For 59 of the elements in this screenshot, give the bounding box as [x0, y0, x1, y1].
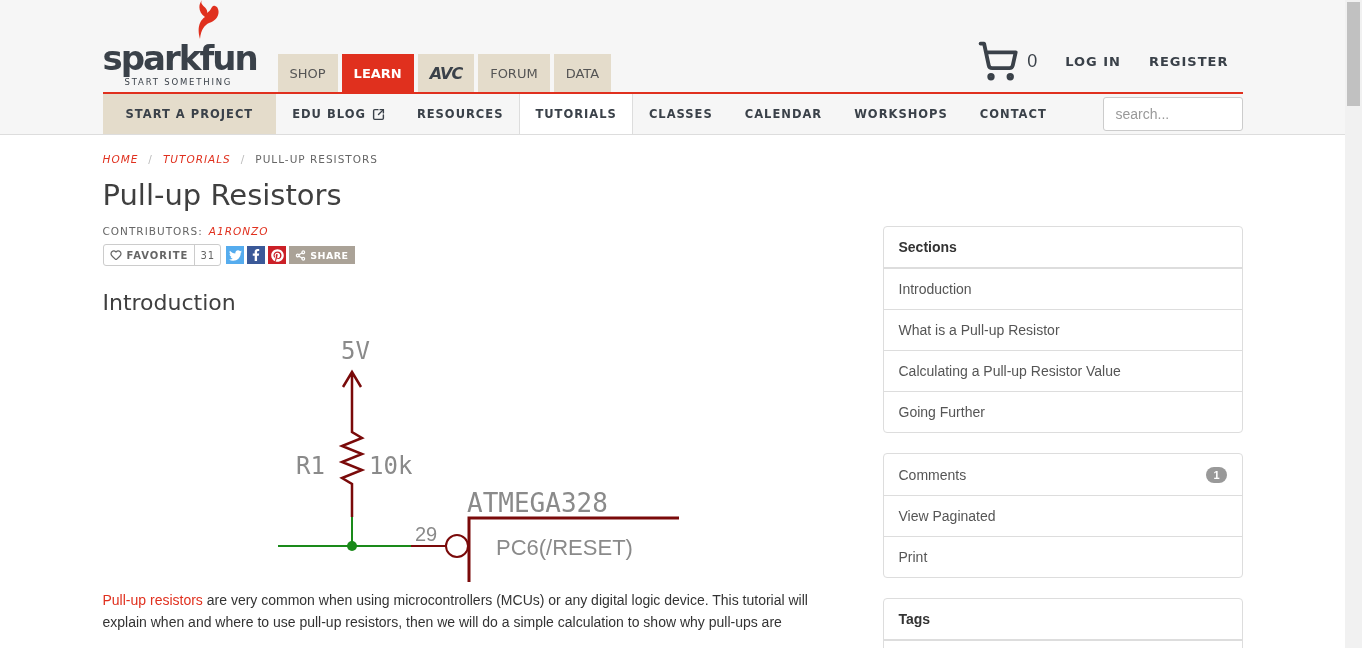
intro-paragraph: Pull-up resistors are very common when using microcontrollers (MCUs) or any digital logic device. This tutorial will explain when and where to use pull-up resistors, then we will do a simple calculation to show why pull-ups are — [102, 591, 809, 632]
subnav-item[interactable]: START A PROJECT — [102, 94, 277, 134]
breadcrumb-link[interactable]: HOME — [102, 153, 139, 165]
facebook-button[interactable] — [247, 246, 266, 264]
page-title: Pull-up Resistors — [102, 177, 342, 214]
section-link[interactable]: Introduction — [883, 268, 1242, 309]
action-link[interactable]: Comments 1 — [883, 454, 1242, 495]
share-icon — [295, 249, 307, 261]
favorite-count: 31 — [194, 245, 221, 265]
subnav-item[interactable]: EDU BLOG — [276, 94, 401, 134]
action-link[interactable]: View Paginated — [883, 495, 1242, 536]
breadcrumb-separator: / — [148, 153, 153, 165]
nav-tab[interactable]: AVC — [417, 54, 475, 92]
scrollbar-thumb[interactable] — [1347, 2, 1360, 106]
resistor-value: 10k — [368, 452, 412, 480]
pin-name: PC6(/RESET) — [495, 535, 633, 560]
intro-link[interactable]: Pull-up resistors — [102, 592, 203, 608]
letter-p-icon — [270, 248, 284, 262]
cart-count: 0 — [1027, 50, 1038, 72]
logo-tagline: START SOMETHING — [124, 77, 233, 88]
section-heading: Introduction — [102, 289, 236, 317]
chip-label: ATMEGA328 — [466, 488, 608, 518]
section-link[interactable]: What is a Pull-up Resistor — [883, 309, 1242, 350]
card-title: Tags — [883, 599, 1242, 640]
nav-tab[interactable]: SHOP — [277, 54, 338, 92]
subnav-item[interactable]: RESOURCES — [400, 94, 520, 134]
contributor-link[interactable]: A1RONZO — [208, 225, 269, 237]
nav-tab[interactable]: LEARN — [341, 54, 414, 92]
breadcrumb-link[interactable]: TUTORIALS — [162, 153, 231, 165]
pinterest-button[interactable] — [268, 246, 287, 264]
supply-arrow — [341, 369, 362, 432]
subnav-item[interactable]: WORKSHOPS — [838, 94, 964, 134]
contributors-label: CONTRIBUTORS: — [102, 225, 203, 237]
subnav-item[interactable]: CLASSES — [632, 94, 729, 134]
external-link-icon — [371, 107, 385, 121]
section-link[interactable]: Calculating a Pull-up Resistor Value — [883, 350, 1242, 391]
breadcrumb-separator: / — [240, 153, 246, 165]
pin-number: 29 — [414, 523, 437, 545]
subnav-item[interactable]: TUTORIALS — [519, 94, 633, 134]
resistor-name: R1 — [295, 452, 325, 480]
supply-label: 5V — [340, 337, 370, 365]
account-link[interactable]: LOG IN — [1065, 53, 1121, 69]
heart-icon — [109, 249, 122, 261]
card-title: Sections — [883, 227, 1242, 268]
action-link[interactable]: Print — [883, 536, 1242, 577]
favorite-button[interactable]: FAVORITE 31 — [102, 244, 222, 266]
logo-wordmark: sparkfun — [102, 39, 257, 77]
section-link[interactable]: Going Further — [883, 391, 1242, 432]
account-link[interactable]: REGISTER — [1148, 53, 1229, 69]
breadcrumb-current: PULL-UP RESISTORS — [255, 153, 378, 165]
subnav-item[interactable]: CONTACT — [963, 94, 1063, 134]
junction-dot — [346, 541, 357, 551]
nav-tab[interactable]: DATA — [553, 54, 612, 92]
subnav-item[interactable]: CALENDAR — [728, 94, 839, 134]
bird-icon — [228, 248, 242, 262]
nav-tab[interactable]: FORUM — [478, 54, 550, 92]
cart-icon[interactable] — [977, 40, 1020, 82]
search-field[interactable]: search... — [1102, 97, 1243, 131]
count-badge: 1 — [1206, 466, 1227, 483]
